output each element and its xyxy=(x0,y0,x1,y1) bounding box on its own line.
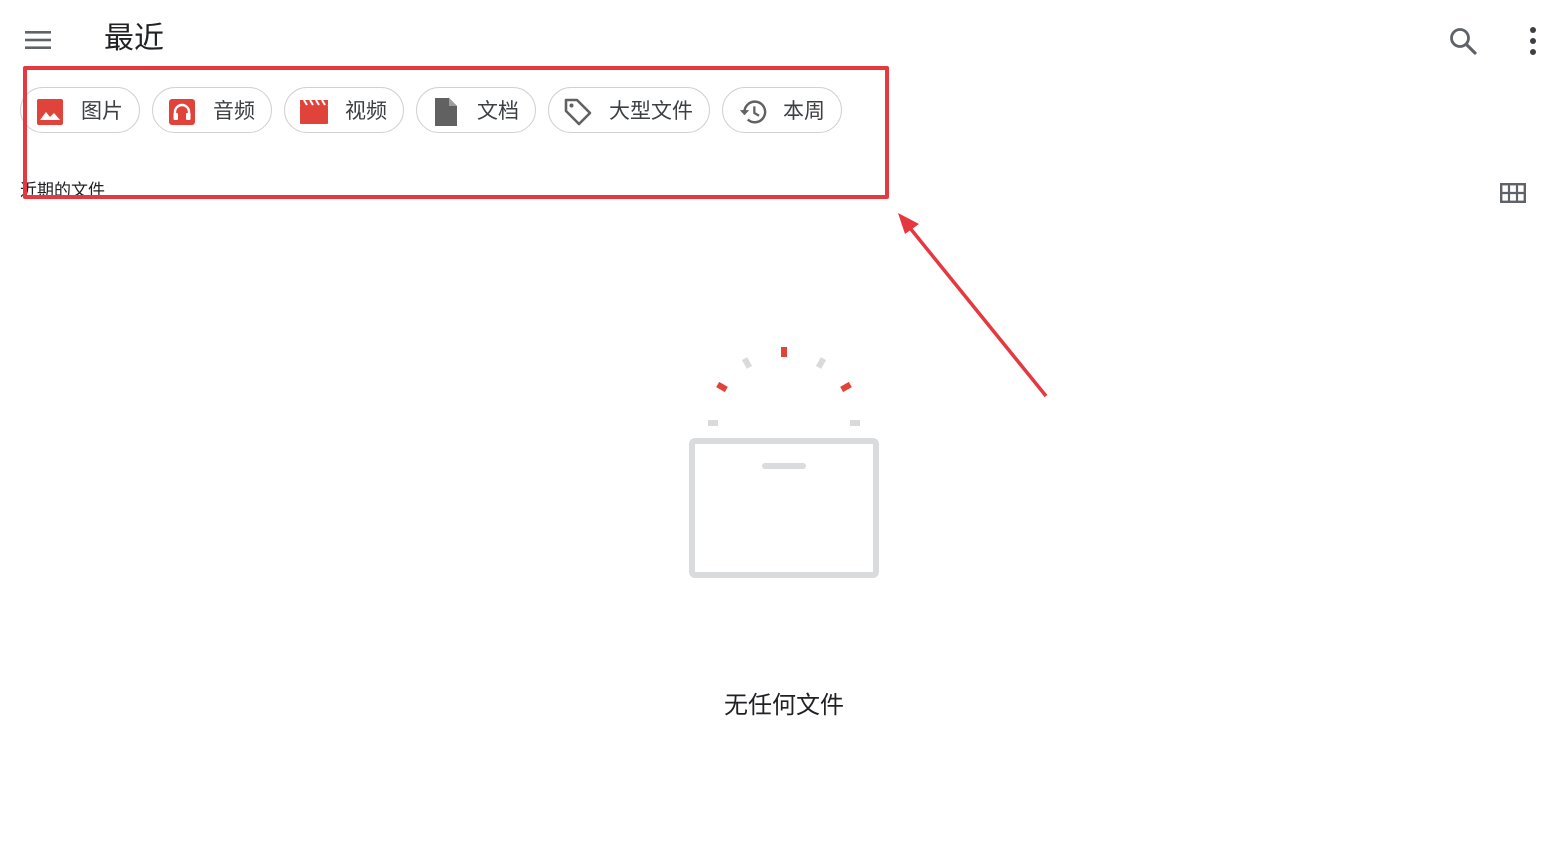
view-toggle-button[interactable] xyxy=(1496,176,1530,210)
search-button[interactable] xyxy=(1440,18,1486,64)
chip-images[interactable]: 图片 xyxy=(20,87,140,133)
chip-label: 本周 xyxy=(783,99,825,123)
chip-video[interactable]: 视频 xyxy=(284,87,404,133)
chip-large-files[interactable]: 大型文件 xyxy=(548,87,710,133)
top-app-bar: 最近 xyxy=(0,0,1550,78)
recent-files-label: 近期的文件 xyxy=(20,181,105,201)
chip-label: 文档 xyxy=(477,99,519,123)
search-icon xyxy=(1450,28,1477,55)
chip-documents[interactable]: 文档 xyxy=(416,87,536,133)
tag-icon xyxy=(563,97,593,127)
image-icon xyxy=(35,97,65,127)
empty-state-message: 无任何文件 xyxy=(724,691,844,719)
more-options-button[interactable] xyxy=(1514,18,1550,64)
page-title: 最近 xyxy=(104,21,164,56)
menu-icon xyxy=(25,31,51,49)
menu-button[interactable] xyxy=(18,20,58,60)
more-vert-icon xyxy=(1530,27,1536,55)
chip-this-week[interactable]: 本周 xyxy=(722,87,842,133)
history-icon xyxy=(737,97,767,127)
movie-icon xyxy=(299,97,329,127)
headphones-icon xyxy=(167,97,197,127)
grid-view-icon xyxy=(1500,183,1526,203)
chip-audio[interactable]: 音频 xyxy=(152,87,272,133)
document-icon xyxy=(431,97,461,127)
chip-label: 音频 xyxy=(213,99,255,123)
empty-folder-illustration xyxy=(689,347,879,578)
chip-label: 大型文件 xyxy=(609,99,693,123)
chip-label: 视频 xyxy=(345,99,387,123)
chip-label: 图片 xyxy=(81,99,123,123)
